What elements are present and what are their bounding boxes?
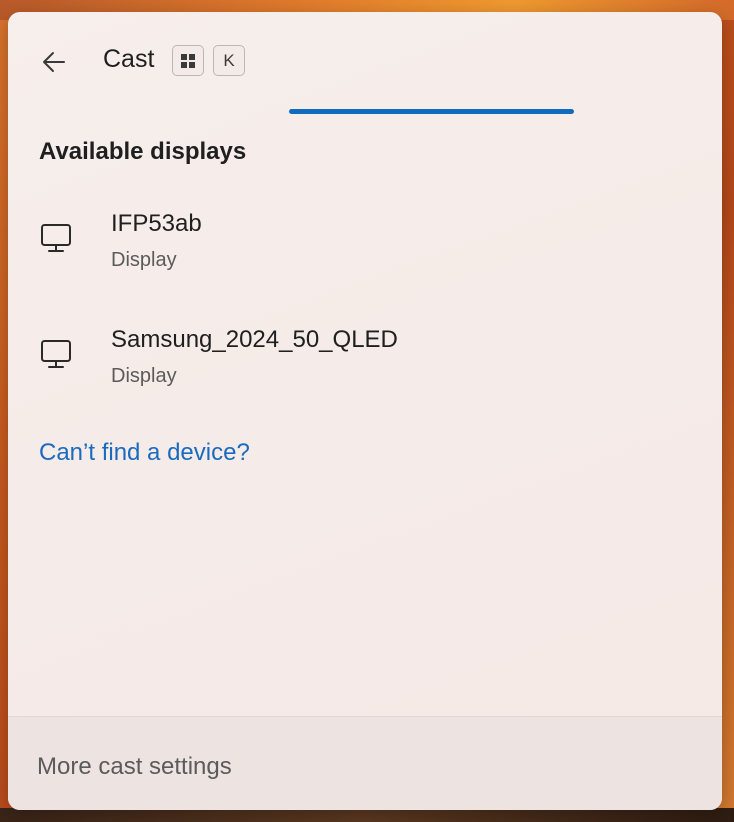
page-title: Cast	[103, 45, 155, 73]
device-type: Display	[111, 365, 177, 387]
back-button[interactable]	[32, 42, 76, 82]
cant-find-device-link[interactable]: Can’t find a device?	[39, 439, 250, 467]
monitor-icon	[38, 336, 74, 372]
device-type: Display	[111, 249, 177, 271]
device-name: IFP53ab	[111, 210, 202, 237]
available-displays-heading: Available displays	[39, 138, 247, 165]
cast-footer: More cast settings	[8, 716, 722, 810]
shortcut-key-k: K	[213, 45, 245, 76]
device-item-samsung-qled[interactable]: Samsung_2024_50_QLED Display	[30, 318, 690, 404]
cast-flyout-panel: Cast K Available displays IFP53ab Displa…	[8, 12, 722, 810]
device-item-ifp53ab[interactable]: IFP53ab Display	[30, 202, 690, 288]
device-name: Samsung_2024_50_QLED	[111, 326, 398, 353]
monitor-icon	[38, 220, 74, 256]
desktop-background-bottom	[0, 808, 734, 822]
cast-header: Cast K	[8, 12, 722, 114]
more-cast-settings-link[interactable]: More cast settings	[37, 753, 232, 781]
arrow-left-icon	[43, 52, 65, 72]
shortcut-key-windows	[172, 45, 204, 76]
scanning-progress-indicator	[289, 109, 574, 114]
windows-logo-icon	[181, 53, 195, 68]
